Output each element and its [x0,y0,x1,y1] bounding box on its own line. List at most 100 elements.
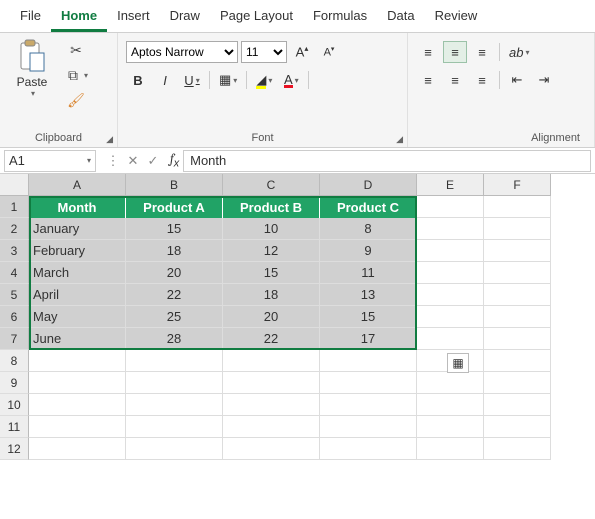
bold-button[interactable]: B [126,69,150,91]
cell[interactable]: 20 [223,306,320,328]
cell[interactable] [223,416,320,438]
cell[interactable]: 22 [126,284,223,306]
increase-indent-button[interactable]: ⇥ [532,69,556,91]
cell[interactable] [484,218,551,240]
cell[interactable]: 8 [320,218,417,240]
cell[interactable] [417,218,484,240]
cell[interactable]: March [29,262,126,284]
cell[interactable] [484,262,551,284]
copy-button[interactable]: ⧉▾ [60,64,92,86]
cell[interactable] [484,284,551,306]
align-center-button[interactable]: ≡ [443,69,467,91]
tab-insert[interactable]: Insert [107,4,160,32]
select-all-corner[interactable] [0,174,29,196]
col-head-C[interactable]: C [223,174,320,196]
cell[interactable] [126,416,223,438]
cell[interactable] [417,196,484,218]
cell[interactable]: April [29,284,126,306]
cell[interactable] [29,416,126,438]
font-dialog-launcher[interactable]: ◢ [396,134,403,145]
row-head[interactable]: 2 [0,218,29,240]
cell[interactable] [417,284,484,306]
fill-color-button[interactable]: ◢▾ [252,69,276,91]
cell[interactable] [417,328,484,350]
cell[interactable]: 15 [223,262,320,284]
row-head[interactable]: 10 [0,394,29,416]
orientation-button[interactable]: ab▾ [505,41,533,63]
cell[interactable] [417,438,484,460]
table-header-cell[interactable]: Product A [126,196,223,218]
tab-review[interactable]: Review [425,4,488,32]
table-header-cell[interactable]: Product C [320,196,417,218]
col-head-E[interactable]: E [417,174,484,196]
fx-icon[interactable]: fx [170,152,179,170]
cell[interactable] [484,240,551,262]
spreadsheet-grid[interactable]: A B C D E F 1 2 3 4 5 6 7 8 9 10 11 12 M… [0,174,595,460]
cell[interactable] [417,306,484,328]
cell[interactable] [126,438,223,460]
cell[interactable]: 9 [320,240,417,262]
table-header-cell[interactable]: Month [29,196,126,218]
row-head[interactable]: 4 [0,262,29,284]
enter-formula-button[interactable]: ✓ [144,153,162,169]
align-top-button[interactable]: ≡ [416,41,440,63]
table-header-cell[interactable]: Product B [223,196,320,218]
cut-button[interactable]: ✂ [60,39,92,61]
align-middle-button[interactable]: ≡ [443,41,467,63]
cell[interactable]: 28 [126,328,223,350]
font-size-select[interactable]: 11 [241,41,287,63]
quick-analysis-button[interactable]: ▦ [447,353,469,373]
align-bottom-button[interactable]: ≡ [470,41,494,63]
italic-button[interactable]: I [153,69,177,91]
cell[interactable]: January [29,218,126,240]
row-head[interactable]: 5 [0,284,29,306]
cell[interactable]: 22 [223,328,320,350]
cell[interactable] [417,240,484,262]
align-right-button[interactable]: ≡ [470,69,494,91]
cell[interactable] [484,416,551,438]
cell[interactable] [417,262,484,284]
tab-home[interactable]: Home [51,4,107,32]
cell[interactable] [320,350,417,372]
cell[interactable]: June [29,328,126,350]
format-painter-button[interactable]: 🖌 [60,89,92,111]
cell[interactable] [29,394,126,416]
cancel-formula-button[interactable]: ✕ [124,153,142,169]
cell[interactable]: 10 [223,218,320,240]
tab-formulas[interactable]: Formulas [303,4,377,32]
cell[interactable] [417,372,484,394]
cell[interactable] [126,394,223,416]
cell[interactable]: 11 [320,262,417,284]
cell[interactable] [417,394,484,416]
col-head-A[interactable]: A [29,174,126,196]
tab-data[interactable]: Data [377,4,424,32]
cell[interactable] [417,416,484,438]
cell[interactable] [29,350,126,372]
cell[interactable] [29,372,126,394]
row-head[interactable]: 3 [0,240,29,262]
cell[interactable] [484,306,551,328]
cell[interactable]: 25 [126,306,223,328]
cell[interactable] [223,350,320,372]
cell[interactable]: 15 [320,306,417,328]
row-head[interactable]: 9 [0,372,29,394]
cell[interactable] [320,372,417,394]
clipboard-dialog-launcher[interactable]: ◢ [106,134,113,145]
formula-input[interactable]: Month [183,150,591,172]
cell[interactable]: 18 [223,284,320,306]
cell[interactable] [320,394,417,416]
cell[interactable] [484,394,551,416]
tab-draw[interactable]: Draw [160,4,210,32]
col-head-D[interactable]: D [320,174,417,196]
tab-file[interactable]: File [10,4,51,32]
row-head[interactable]: 7 [0,328,29,350]
cell[interactable]: 20 [126,262,223,284]
decrease-indent-button[interactable]: ⇤ [505,69,529,91]
cell[interactable] [126,372,223,394]
cell[interactable]: 17 [320,328,417,350]
tab-pagelayout[interactable]: Page Layout [210,4,303,32]
cell[interactable] [484,196,551,218]
cell[interactable] [126,350,223,372]
cell[interactable]: 12 [223,240,320,262]
cell[interactable] [484,372,551,394]
